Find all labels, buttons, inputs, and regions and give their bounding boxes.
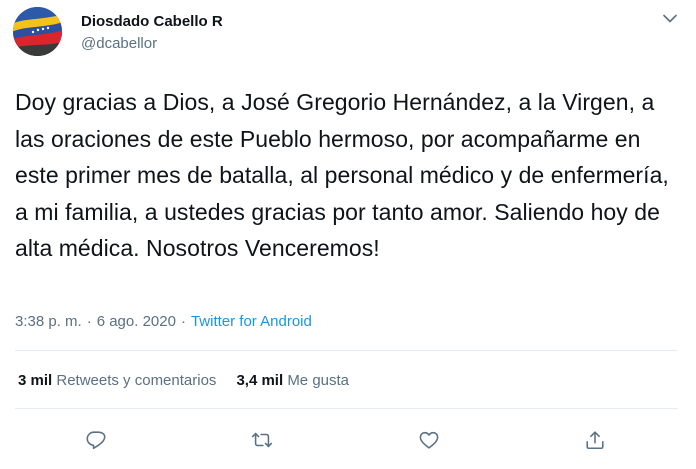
avatar-flag-image [13, 7, 62, 56]
share-button[interactable] [583, 428, 607, 452]
tweet-source-link[interactable]: Twitter for Android [191, 313, 312, 330]
like-button[interactable] [417, 428, 441, 452]
reply-icon [86, 431, 106, 450]
tweet-metadata: 3:38 p. m. · 6 ago. 2020 · Twitter for Andro… [15, 313, 312, 330]
retweet-icon [251, 432, 273, 448]
author-handle[interactable]: @dcabellor [81, 35, 157, 52]
meta-separator: · [86, 313, 92, 330]
retweets-count: 3 mil [18, 372, 53, 389]
more-menu-button[interactable] [656, 8, 684, 28]
engagement-stats: 3 mil Retweets y comentarios 3,4 mil Me g… [18, 372, 369, 389]
meta-separator: · [180, 313, 186, 330]
retweets-label: Retweets y comentarios [56, 372, 217, 389]
retweet-button[interactable] [250, 428, 274, 452]
retweets-stat[interactable]: 3 mil Retweets y comentarios [18, 372, 216, 389]
avatar[interactable] [13, 7, 62, 56]
divider [15, 350, 678, 351]
tweet-text: Doy gracias a Dios, a José Gregorio Hern… [15, 89, 669, 261]
divider [15, 408, 678, 409]
chevron-down-icon [663, 14, 677, 22]
likes-stat[interactable]: 3,4 mil Me gusta [236, 372, 349, 389]
share-icon [586, 431, 604, 450]
tweet-date[interactable]: 6 ago. 2020 [97, 313, 176, 330]
heart-icon [419, 431, 439, 449]
likes-label: Me gusta [287, 372, 350, 389]
author-name[interactable]: Diosdado Cabello R [81, 13, 223, 30]
action-bar [0, 424, 696, 456]
tweet-card: Diosdado Cabello R @dcabellor Doy gracia… [0, 0, 696, 469]
reply-button[interactable] [84, 428, 108, 452]
tweet-time[interactable]: 3:38 p. m. [15, 313, 82, 330]
likes-count: 3,4 mil [236, 372, 284, 389]
